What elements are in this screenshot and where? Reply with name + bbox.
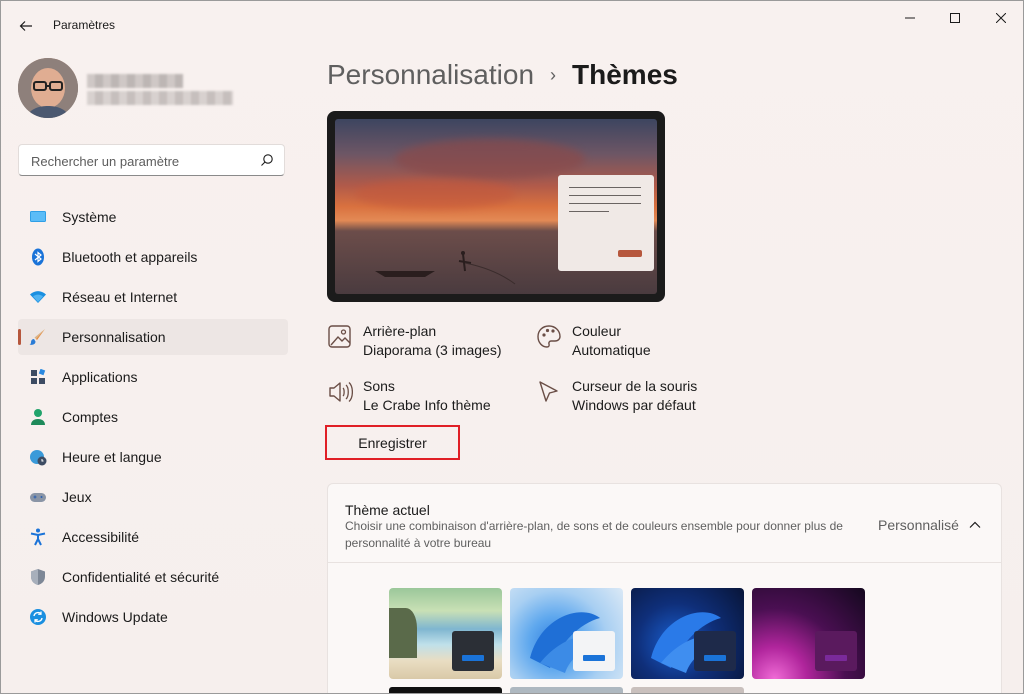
theme-thumbnail-beach[interactable] bbox=[389, 588, 502, 679]
sounds-title: Sons bbox=[363, 378, 395, 394]
cursor-value: Windows par défaut bbox=[572, 397, 696, 413]
sidebar-item-label: Système bbox=[62, 209, 117, 225]
cursor-setting[interactable]: Curseur de la souris Windows par défaut bbox=[536, 377, 697, 415]
blurred-user-name bbox=[87, 74, 183, 88]
background-setting[interactable]: Arrière-plan Diaporama (3 images) bbox=[327, 322, 502, 360]
current-theme-title: Thème actuel bbox=[345, 502, 430, 518]
minimize-button[interactable] bbox=[893, 7, 927, 29]
preview-wallpaper bbox=[335, 119, 657, 294]
sidebar-item-label: Accessibilité bbox=[62, 529, 140, 545]
current-theme-card: Thème actuel Choisir une combinaison d'a… bbox=[327, 483, 1002, 693]
speaker-icon bbox=[329, 382, 353, 402]
wifi-icon bbox=[29, 288, 47, 306]
sidebar-item-label: Applications bbox=[62, 369, 138, 385]
globe-clock-icon bbox=[29, 448, 47, 466]
theme-mini-window bbox=[694, 631, 736, 671]
theme-preview bbox=[327, 111, 665, 302]
sidebar-item-bluetooth[interactable]: Bluetooth et appareils bbox=[18, 239, 288, 275]
cursor-title: Curseur de la souris bbox=[572, 378, 698, 394]
theme-thumbnail-glow[interactable] bbox=[752, 588, 865, 679]
accessibility-icon bbox=[29, 528, 47, 546]
preview-dialog-button bbox=[618, 250, 642, 257]
blurred-user-email bbox=[87, 91, 233, 105]
chevron-up-icon[interactable] bbox=[968, 518, 982, 532]
sidebar-item-label: Windows Update bbox=[62, 609, 168, 625]
sidebar-item-label: Bluetooth et appareils bbox=[62, 249, 198, 265]
sidebar-item-label: Réseau et Internet bbox=[62, 289, 178, 305]
color-setting[interactable]: Couleur Automatique bbox=[536, 322, 651, 360]
theme-thumbnail-windows-dark[interactable] bbox=[631, 588, 744, 679]
sidebar-item-label: Comptes bbox=[62, 409, 119, 425]
avatar-face-icon bbox=[18, 58, 78, 118]
sidebar-item-confidentialite[interactable]: Confidentialité et sécurité bbox=[18, 559, 288, 595]
theme-thumbnail-row2[interactable] bbox=[389, 687, 502, 693]
minimize-icon bbox=[905, 17, 915, 19]
gamepad-icon bbox=[29, 488, 47, 506]
monitor-icon bbox=[29, 208, 47, 226]
sidebar-item-heure[interactable]: Heure et langue bbox=[18, 439, 288, 475]
search-box bbox=[18, 144, 285, 176]
color-value: Automatique bbox=[572, 342, 651, 358]
boat-silhouette-icon bbox=[375, 251, 516, 285]
person-icon bbox=[29, 408, 47, 426]
save-button[interactable]: Enregistrer bbox=[325, 425, 460, 460]
sidebar-item-jeux[interactable]: Jeux bbox=[18, 479, 288, 515]
sidebar-item-personnalisation[interactable]: Personnalisation bbox=[18, 319, 288, 355]
page-title: Thèmes bbox=[572, 59, 678, 90]
theme-thumbnail-windows-light[interactable] bbox=[510, 588, 623, 679]
sounds-value: Le Crabe Info thème bbox=[363, 397, 491, 413]
close-icon bbox=[996, 13, 1006, 23]
search-input[interactable] bbox=[29, 150, 258, 172]
sidebar-item-label: Heure et langue bbox=[62, 449, 162, 465]
search-icon[interactable] bbox=[260, 153, 274, 167]
sidebar-item-windows-update[interactable]: Windows Update bbox=[18, 599, 288, 635]
sidebar-item-label: Jeux bbox=[62, 489, 92, 505]
title-bar: Paramètres bbox=[1, 1, 1023, 47]
image-icon bbox=[328, 325, 351, 348]
theme-mini-window bbox=[815, 631, 857, 671]
background-title: Arrière-plan bbox=[363, 323, 437, 339]
cursor-icon bbox=[539, 381, 558, 402]
sidebar-item-accessibilite[interactable]: Accessibilité bbox=[18, 519, 288, 555]
back-arrow-icon bbox=[19, 21, 32, 31]
current-theme-value: Personnalisé bbox=[878, 517, 959, 533]
brush-icon bbox=[29, 328, 47, 346]
theme-mini-window bbox=[452, 631, 494, 671]
sidebar-item-applications[interactable]: Applications bbox=[18, 359, 288, 395]
bluetooth-icon bbox=[29, 248, 47, 266]
back-button[interactable] bbox=[15, 15, 37, 37]
settings-window: Paramètres Système bbox=[0, 0, 1024, 694]
palette-icon bbox=[537, 325, 561, 348]
sidebar-item-label: Personnalisation bbox=[62, 329, 166, 345]
maximize-icon bbox=[950, 13, 960, 23]
breadcrumb: Personnalisation › Thèmes bbox=[327, 59, 678, 91]
sidebar-item-systeme[interactable]: Système bbox=[18, 199, 288, 235]
theme-thumbnail-row2[interactable] bbox=[510, 687, 623, 693]
apps-icon bbox=[29, 368, 47, 386]
theme-thumbnail-row2[interactable] bbox=[631, 687, 744, 693]
sidebar-item-label: Confidentialité et sécurité bbox=[62, 569, 220, 585]
current-theme-header[interactable]: Thème actuel Choisir une combinaison d'a… bbox=[328, 484, 1001, 563]
close-button[interactable] bbox=[984, 7, 1018, 29]
shield-icon bbox=[29, 568, 47, 586]
app-title: Paramètres bbox=[53, 18, 116, 32]
avatar[interactable] bbox=[18, 58, 78, 118]
background-value: Diaporama (3 images) bbox=[363, 342, 502, 358]
current-theme-description: Choisir une combinaison d'arrière-plan, … bbox=[345, 519, 843, 550]
breadcrumb-separator: › bbox=[550, 64, 557, 85]
sidebar-nav: Système Bluetooth et appareils Réseau et… bbox=[18, 199, 288, 639]
preview-dialog bbox=[558, 175, 654, 271]
sounds-setting[interactable]: Sons Le Crabe Info thème bbox=[327, 377, 491, 415]
update-icon bbox=[29, 608, 47, 626]
sidebar-item-comptes[interactable]: Comptes bbox=[18, 399, 288, 435]
theme-mini-window bbox=[573, 631, 615, 671]
color-title: Couleur bbox=[572, 323, 622, 339]
maximize-button[interactable] bbox=[938, 7, 972, 29]
breadcrumb-parent[interactable]: Personnalisation bbox=[327, 59, 534, 91]
sidebar-item-reseau[interactable]: Réseau et Internet bbox=[18, 279, 288, 315]
